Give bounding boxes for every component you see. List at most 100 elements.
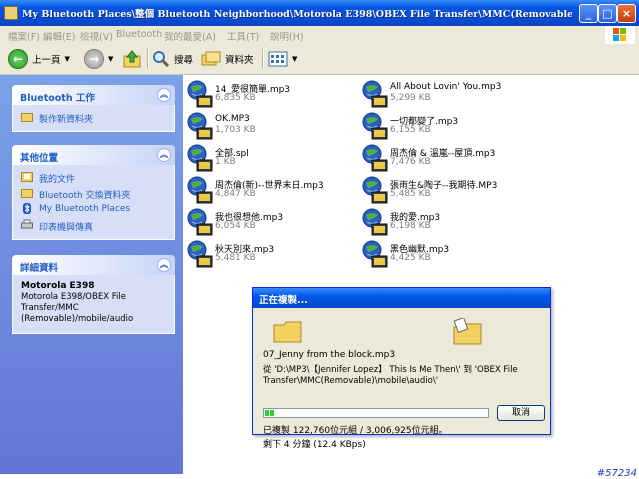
file-item[interactable]: 全部.spl 1 KB <box>185 143 355 173</box>
folders-label: 資料夾 <box>225 55 254 66</box>
menu-help[interactable]: 說明(H) <box>270 29 304 43</box>
copy-progress-fill <box>265 410 274 416</box>
file-size: 6,198 KB <box>390 221 431 231</box>
collapse-icon[interactable]: ︽ <box>157 148 171 162</box>
file-size: 6,155 KB <box>390 125 431 135</box>
file-size: 4,847 KB <box>215 189 256 199</box>
image-stamp: #57234 <box>596 468 637 479</box>
title-bar[interactable]: My Bluetooth Places\整個 Bluetooth Neighbo… <box>0 0 639 26</box>
file-size: 6,835 KB <box>215 93 256 103</box>
details-body: Motorola E398 Motorola E398/OBEX File Tr… <box>12 275 175 334</box>
folders-icon <box>201 51 221 66</box>
menu-bar: 檔案(F) 編輯(E) 檢視(V) Bluetooth 我的最愛(A) 工具(T… <box>0 26 639 45</box>
menu-edit[interactable]: 編輯(E) <box>43 29 75 43</box>
menu-tools[interactable]: 工具(T) <box>227 29 259 43</box>
details-header[interactable]: 詳細資料 ︽ <box>12 255 175 275</box>
file-item[interactable]: 周杰倫(新)--世界末日.mp3 4,847 KB <box>185 175 355 205</box>
destination-folder-icon <box>453 318 482 345</box>
my-bluetooth-places-link[interactable]: My Bluetooth Places <box>13 201 174 217</box>
file-item[interactable]: All About Lovin' You.mp3 5,299 KB <box>360 79 530 109</box>
other-places-panel: 其他位置 ︽ 我的文件 Bluetooth 交換資料夾 My Bluetooth… <box>12 145 175 240</box>
file-size: 6,054 KB <box>215 221 256 231</box>
file-size: 7,476 KB <box>390 157 431 167</box>
details-panel: 詳細資料 ︽ Motorola E398 Motorola E398/OBEX … <box>12 255 175 334</box>
source-folder-icon <box>273 321 302 343</box>
menu-favorites[interactable]: 我的最愛(A) <box>164 29 216 43</box>
back-arrow-icon: ← <box>8 49 28 69</box>
media-file-icon <box>362 112 388 140</box>
details-path: Motorola E398/OBEX File Transfer/MMC (Re… <box>21 292 134 324</box>
file-name: All About Lovin' You.mp3 <box>390 82 502 92</box>
forward-button[interactable]: → ▼ <box>84 48 113 70</box>
collapse-icon[interactable]: ︽ <box>157 88 171 102</box>
other-places-header[interactable]: 其他位置 ︽ <box>12 145 175 165</box>
views-button[interactable]: ▼ <box>268 48 297 70</box>
folder-icon <box>4 6 18 20</box>
my-documents-icon <box>21 172 33 182</box>
search-icon <box>153 51 170 68</box>
file-item[interactable]: 一切都變了.mp3 6,155 KB <box>360 111 530 141</box>
details-name: Motorola E398 <box>21 281 95 291</box>
folder-up-icon <box>123 50 141 68</box>
collapse-icon[interactable]: ︽ <box>157 258 171 272</box>
media-file-icon <box>362 80 388 108</box>
windows-logo <box>605 26 635 44</box>
media-file-icon <box>187 240 213 268</box>
media-file-icon <box>187 176 213 204</box>
new-folder-icon <box>21 113 33 122</box>
printers-faxes-link[interactable]: 印表機與傳真 <box>13 217 174 233</box>
folders-button[interactable]: 資料夾 <box>201 48 254 70</box>
cancel-button[interactable]: 取消 <box>497 405 545 421</box>
folder-icon <box>21 189 33 198</box>
file-size: 4,425 KB <box>390 253 431 263</box>
new-folder-link[interactable]: 製作新資料夾 <box>13 109 174 125</box>
printer-icon <box>21 219 33 229</box>
menu-bluetooth[interactable]: Bluetooth <box>116 29 162 40</box>
bluetooth-icon <box>23 203 31 214</box>
file-item[interactable]: 14_愛很簡單.mp3 6,835 KB <box>185 79 355 109</box>
file-item[interactable]: 黑色幽默.mp3 4,425 KB <box>360 239 530 269</box>
bluetooth-exchange-folder-link[interactable]: Bluetooth 交換資料夾 <box>13 185 174 201</box>
file-item[interactable]: OK.MP3 1,703 KB <box>185 111 355 141</box>
search-button[interactable]: 搜尋 <box>152 48 193 70</box>
maximize-button[interactable]: □ <box>598 4 617 23</box>
dialog-title[interactable]: 正在複製... <box>253 288 550 308</box>
menu-file[interactable]: 檔案(F) <box>8 29 40 43</box>
time-remaining: 剩下 4 分鐘 (12.4 KBps) <box>263 440 366 450</box>
file-item[interactable]: 我也很想他.mp3 6,054 KB <box>185 207 355 237</box>
my-documents-link[interactable]: 我的文件 <box>13 169 174 185</box>
bluetooth-tasks-panel: Bluetooth 工作 ︽ 製作新資料夾 <box>12 85 175 132</box>
windows-flag-icon <box>613 28 626 41</box>
task-pane: Bluetooth 工作 ︽ 製作新資料夾 其他位置 ︽ 我的文件 Blueto… <box>0 75 183 474</box>
media-file-icon <box>187 112 213 140</box>
file-size: 5,299 KB <box>390 93 431 103</box>
bluetooth-tasks-header[interactable]: Bluetooth 工作 ︽ <box>12 85 175 105</box>
copy-from-to: 從 'D:\MP3\【Jennifer Lopez】 This Is Me Th… <box>263 365 518 386</box>
copy-progress-dialog: 正在複製... 07_Jenny from the block.mp3 從 'D… <box>252 287 551 450</box>
file-item[interactable]: 秋天別來.mp3 5,481 KB <box>185 239 355 269</box>
toolbar: ← 上一頁 ▼ → ▼ 搜尋 資料夾 ▼ <box>0 44 639 75</box>
search-label: 搜尋 <box>174 55 194 66</box>
copy-filename: 07_Jenny from the block.mp3 <box>263 350 396 360</box>
media-file-icon <box>187 144 213 172</box>
copy-progress-bar <box>263 408 489 418</box>
media-file-icon <box>187 208 213 236</box>
media-file-icon <box>362 240 388 268</box>
back-button[interactable]: ← 上一頁 ▼ <box>8 48 70 70</box>
up-button[interactable] <box>122 48 142 70</box>
close-button[interactable]: × <box>617 4 636 23</box>
file-item[interactable]: 我的愛.mp3 6,198 KB <box>360 207 530 237</box>
minimize-button[interactable]: _ <box>579 4 598 23</box>
media-file-icon <box>362 208 388 236</box>
window-title: My Bluetooth Places\整個 Bluetooth Neighbo… <box>22 9 572 20</box>
back-label: 上一頁 <box>32 55 61 66</box>
file-size: 1 KB <box>215 157 236 167</box>
media-file-icon <box>362 144 388 172</box>
menu-view[interactable]: 檢視(V) <box>80 29 113 43</box>
file-item[interactable]: 周杰倫 & 溫嵐--屋頂.mp3 7,476 KB <box>360 143 530 173</box>
file-size: 5,485 KB <box>390 189 431 199</box>
file-item[interactable]: 張雨生&陶子--我期待.MP3 5,485 KB <box>360 175 530 205</box>
media-file-icon <box>187 80 213 108</box>
bytes-copied: 已複製 122,760位元組 / 3,006,925位元組。 <box>263 426 448 436</box>
file-size: 1,703 KB <box>215 125 256 135</box>
